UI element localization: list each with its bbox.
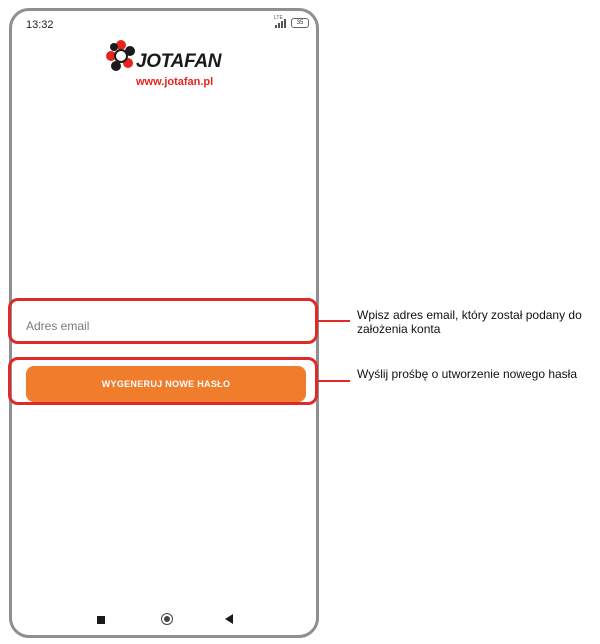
recent-apps-icon[interactable]	[97, 616, 105, 624]
email-annotation: Wpisz adres email, który został podany d…	[357, 308, 582, 336]
battery-icon: 35	[291, 18, 309, 28]
clock: 13:32	[26, 19, 54, 31]
status-bar: 13:32 LTE 35	[12, 11, 316, 37]
logo-gear-icon	[106, 40, 135, 71]
email-highlight-frame	[8, 298, 318, 344]
brand-url: www.jotafan.pl	[136, 76, 214, 88]
logo: JOTAFAN www.jotafan.pl	[100, 39, 240, 99]
navigation-bar	[12, 607, 316, 635]
back-icon[interactable]	[225, 614, 233, 624]
home-icon[interactable]	[161, 613, 173, 625]
email-callout-line	[318, 320, 350, 322]
brand-name: JOTAFAN	[136, 51, 222, 72]
button-callout-line	[318, 380, 350, 382]
signal-icon	[275, 19, 286, 28]
button-highlight-frame	[8, 357, 318, 405]
button-annotation: Wyślij prośbę o utworzenie nowego hasła	[357, 367, 578, 381]
